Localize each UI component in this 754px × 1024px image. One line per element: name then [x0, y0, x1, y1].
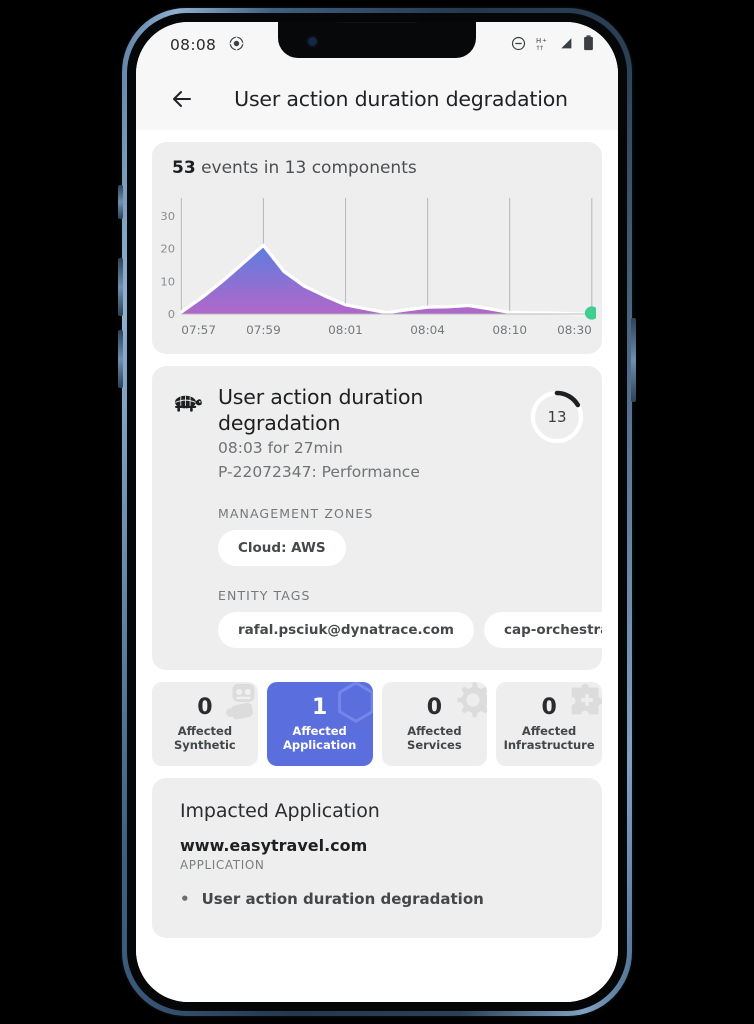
silence-switch[interactable] [118, 185, 123, 219]
back-arrow-icon[interactable] [162, 79, 202, 119]
problem-header: User action duration degradation 08:03 f… [152, 384, 602, 484]
chart-x-tick-label: 07:57 [181, 323, 216, 337]
puzzle-icon [564, 682, 602, 728]
chart-x-tick-label: 08:30 [557, 323, 592, 337]
turtle-icon [170, 384, 210, 484]
chart-heading: 53 events in 13 components [152, 158, 602, 178]
chart-y-tick-label: 30 [160, 210, 175, 223]
impacted-application-card[interactable]: Impacted Application www.easytravel.com … [152, 778, 602, 938]
svg-text:+: + [542, 37, 547, 43]
entity-tag-chip[interactable]: rafal.psciuk@dynatrace.com [218, 612, 474, 648]
stat-value: 0 [541, 694, 557, 720]
impacted-entity-type: APPLICATION [180, 858, 265, 872]
problem-text-block: User action duration degradation 08:03 f… [210, 384, 528, 484]
entity-tags-label: ENTITY TAGS [218, 588, 311, 603]
chart-x-tick-label: 08:10 [492, 323, 527, 337]
stat-value: 1 [311, 694, 328, 720]
phone-bezel: 08:08 H + User action duration degradati… [127, 13, 627, 1011]
impacted-event-list: • User action duration degradation [180, 890, 578, 908]
volume-up-button[interactable] [118, 258, 123, 316]
stat-value: 0 [426, 694, 443, 720]
events-chart[interactable]: 0 10 20 30 07:57 07:59 08:01 08:04 08:10 08:30 [152, 192, 602, 344]
stat-value: 0 [197, 694, 213, 720]
battery-icon [583, 35, 594, 55]
status-time: 08:08 [170, 36, 217, 54]
chart-x-tick-label: 08:01 [328, 323, 363, 337]
entity-tag-chip[interactable]: cap-orchestration [483, 612, 602, 648]
stat-label: Affected Services [407, 723, 462, 752]
problem-id: P-22072347: Performance [218, 463, 420, 481]
stat-label: Affected Application [282, 723, 357, 752]
do-not-disturb-icon [511, 36, 526, 55]
chart-x-tick-label: 08:04 [410, 323, 445, 337]
robot-icon [220, 682, 258, 728]
chart-area-path [181, 245, 592, 314]
stat-tile-services[interactable]: 0 Affected Services [381, 682, 488, 766]
chart-y-tick-label: 20 [160, 243, 175, 256]
impacted-event-label: User action duration degradation [201, 890, 484, 908]
impacted-event-item[interactable]: • User action duration degradation [180, 890, 578, 908]
app-bar: User action duration degradation [136, 68, 618, 130]
record-dot-icon [229, 36, 244, 55]
stat-tile-infrastructure[interactable]: 0 Affected Infrastructure [496, 682, 602, 766]
management-zone-chip[interactable]: Cloud: AWS [218, 530, 346, 566]
chart-heading-rest: events in 13 components [195, 158, 417, 178]
hspa-plus-icon: H + [535, 36, 550, 55]
front-camera-icon [306, 35, 319, 48]
problem-summary-card[interactable]: User action duration degradation 08:03 f… [152, 366, 602, 670]
earpiece-speaker [334, 22, 420, 23]
chart-x-axis-labels: 07:57 07:59 08:01 08:04 08:10 08:30 [181, 323, 591, 337]
stat-tile-application[interactable]: 1 Affected Application [266, 682, 373, 766]
stat-label: Affected Infrastructure [503, 723, 595, 752]
signal-icon [559, 36, 574, 55]
stat-label: Affected Synthetic [174, 723, 236, 752]
gear-icon [451, 682, 488, 726]
affected-entities-tiles: 0 Affected Synthetic 1 Affected Application 0 A… [152, 682, 602, 766]
chart-y-tick-label: 0 [168, 308, 175, 321]
impacted-section-title: Impacted Application [180, 800, 380, 822]
events-area-chart-svg: 0 10 20 30 07:57 07:59 08:01 08:04 08:10 08:30 [160, 198, 596, 337]
stat-tile-synthetic[interactable]: 0 Affected Synthetic [152, 682, 258, 766]
page-title: User action duration degradation [234, 87, 568, 111]
phone-notch [278, 22, 476, 58]
chart-event-count: 53 [172, 158, 196, 178]
chart-x-tick-label: 07:59 [246, 323, 281, 337]
volume-down-button[interactable] [118, 330, 123, 388]
entity-tags-chips: rafal.psciuk@dynatrace.comcap-orchestrat… [152, 612, 602, 648]
bullet-icon: • [180, 890, 190, 908]
power-button[interactable] [631, 318, 636, 402]
management-zones-chips: Cloud: AWS [152, 530, 602, 566]
chart-y-tick-label: 10 [160, 276, 175, 289]
ring-value: 13 [547, 408, 567, 426]
events-chart-card: 53 events in 13 components 0 10 20 30 07… [152, 142, 602, 354]
chart-endpoint-marker [584, 306, 596, 320]
status-bar-right: H + [511, 35, 594, 55]
phone-frame: 08:08 H + User action duration degradati… [122, 8, 632, 1016]
phone-screen: 08:08 H + User action duration degradati… [136, 22, 618, 1002]
chart-y-axis: 0 10 20 30 [160, 210, 175, 321]
svg-text:H: H [536, 37, 541, 45]
status-bar-left: 08:08 [170, 36, 244, 55]
problem-duration: 08:03 for 27min [218, 439, 343, 457]
problem-title: User action duration degradation [218, 385, 424, 435]
affected-entities-ring: 13 [528, 388, 586, 446]
page-content: 53 events in 13 components 0 10 20 30 07… [136, 130, 618, 1002]
management-zones-label: MANAGEMENT ZONES [218, 506, 374, 521]
impacted-entity-name[interactable]: www.easytravel.com [180, 836, 578, 855]
